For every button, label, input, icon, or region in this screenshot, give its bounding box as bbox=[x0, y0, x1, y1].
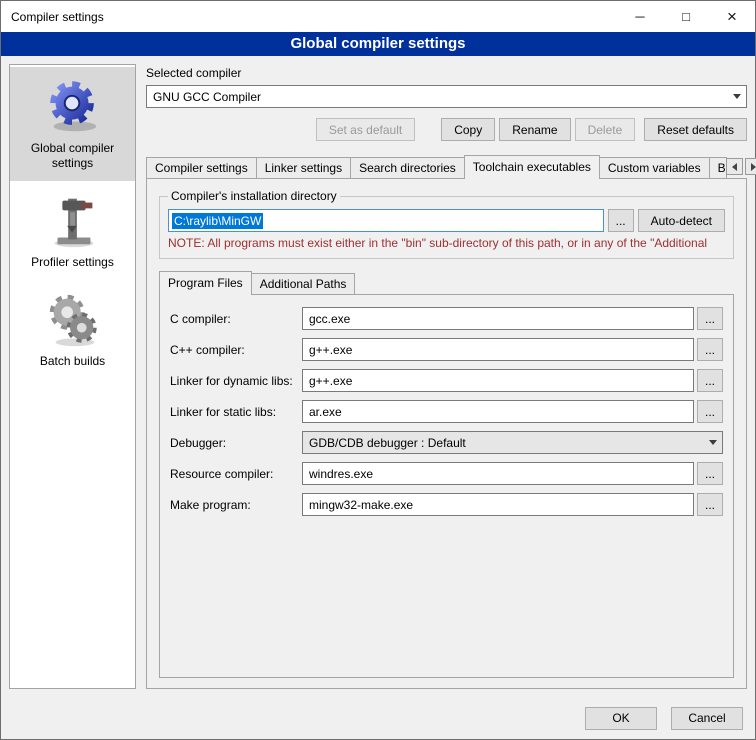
rename-button[interactable]: Rename bbox=[499, 118, 570, 141]
dynamic-linker-browse-button[interactable]: ... bbox=[697, 369, 723, 392]
make-program-value: mingw32-make.exe bbox=[309, 498, 413, 512]
title-bar: Compiler settings ─ □ × bbox=[1, 1, 755, 32]
make-program-browse-button[interactable]: ... bbox=[697, 493, 723, 516]
selected-compiler-label: Selected compiler bbox=[146, 66, 747, 80]
static-linker-browse-button[interactable]: ... bbox=[697, 400, 723, 423]
installation-directory-group: Compiler's installation directory C:\ray… bbox=[159, 189, 734, 259]
left-arrow-icon bbox=[732, 163, 737, 171]
installation-directory-legend: Compiler's installation directory bbox=[168, 189, 340, 203]
reset-defaults-button[interactable]: Reset defaults bbox=[644, 118, 747, 141]
tab-scroll-left-button[interactable] bbox=[726, 158, 743, 175]
tab-toolchain-executables[interactable]: Toolchain executables bbox=[464, 155, 600, 179]
field-label: Linker for static libs: bbox=[170, 405, 302, 419]
debugger-select[interactable]: GDB/CDB debugger : Default bbox=[302, 431, 723, 454]
tab-linker-settings[interactable]: Linker settings bbox=[256, 157, 351, 178]
tab-scrollers bbox=[726, 158, 756, 178]
chevron-down-icon bbox=[704, 432, 722, 453]
field-label: Linker for dynamic libs: bbox=[170, 374, 302, 388]
toolchain-executables-panel: Compiler's installation directory C:\ray… bbox=[146, 178, 747, 689]
profiler-tool-icon bbox=[42, 189, 104, 251]
dialog-body: Global compiler settings Profiler settin… bbox=[1, 56, 755, 697]
field-label: Resource compiler: bbox=[170, 467, 302, 481]
sidebar-item-profiler-settings[interactable]: Profiler settings bbox=[10, 181, 135, 280]
dynamic-linker-value: g++.exe bbox=[309, 374, 352, 388]
tab-search-directories[interactable]: Search directories bbox=[350, 157, 465, 178]
delete-button[interactable]: Delete bbox=[575, 118, 636, 141]
make-program-input[interactable]: mingw32-make.exe bbox=[302, 493, 694, 516]
field-label: C++ compiler: bbox=[170, 343, 302, 357]
field-row-cpp-compiler: C++ compiler: g++.exe ... bbox=[170, 338, 723, 361]
window-controls: ─ □ × bbox=[617, 1, 755, 32]
tab-compiler-settings[interactable]: Compiler settings bbox=[146, 157, 257, 178]
program-files-panel: C compiler: gcc.exe ... C++ compiler: g+… bbox=[159, 294, 734, 678]
tab-additional-paths[interactable]: Additional Paths bbox=[251, 273, 356, 294]
compiler-select[interactable]: GNU GCC Compiler bbox=[146, 85, 747, 108]
tab-custom-variables[interactable]: Custom variables bbox=[599, 157, 710, 178]
ok-button[interactable]: OK bbox=[585, 707, 657, 730]
resource-compiler-value: windres.exe bbox=[309, 467, 373, 481]
resource-compiler-browse-button[interactable]: ... bbox=[697, 462, 723, 485]
static-linker-input[interactable]: ar.exe bbox=[302, 400, 694, 423]
cancel-button[interactable]: Cancel bbox=[671, 707, 743, 730]
dialog-header: Global compiler settings bbox=[1, 32, 755, 56]
field-row-resource-compiler: Resource compiler: windres.exe ... bbox=[170, 462, 723, 485]
field-row-c-compiler: C compiler: gcc.exe ... bbox=[170, 307, 723, 330]
installation-directory-input[interactable]: C:\raylib\MinGW bbox=[168, 209, 604, 232]
cpp-compiler-browse-button[interactable]: ... bbox=[697, 338, 723, 361]
maximize-button[interactable]: □ bbox=[663, 1, 709, 32]
dialog-footer: OK Cancel bbox=[1, 697, 755, 739]
field-label: Debugger: bbox=[170, 436, 302, 450]
field-label: Make program: bbox=[170, 498, 302, 512]
cpp-compiler-value: g++.exe bbox=[309, 343, 352, 357]
sidebar-item-label: Global compiler settings bbox=[13, 141, 132, 171]
c-compiler-value: gcc.exe bbox=[309, 312, 350, 326]
compiler-settings-window: Compiler settings ─ □ × Global compiler … bbox=[0, 0, 756, 740]
sidebar-item-batch-builds[interactable]: Batch builds bbox=[10, 280, 135, 379]
c-compiler-browse-button[interactable]: ... bbox=[697, 307, 723, 330]
static-linker-value: ar.exe bbox=[309, 405, 342, 419]
dynamic-linker-input[interactable]: g++.exe bbox=[302, 369, 694, 392]
field-row-static-linker: Linker for static libs: ar.exe ... bbox=[170, 400, 723, 423]
auto-detect-button[interactable]: Auto-detect bbox=[638, 209, 725, 232]
sidebar-item-label: Batch builds bbox=[13, 354, 132, 369]
compiler-select-value: GNU GCC Compiler bbox=[153, 90, 261, 104]
settings-tabs: Compiler settings Linker settings Search… bbox=[146, 155, 747, 178]
installation-directory-value: C:\raylib\MinGW bbox=[172, 213, 263, 229]
tab-build-options[interactable]: Buil bbox=[709, 157, 727, 178]
program-tabs: Program Files Additional Paths bbox=[159, 271, 734, 294]
main-panel: Selected compiler GNU GCC Compiler Set a… bbox=[146, 64, 747, 689]
sidebar-item-global-compiler-settings[interactable]: Global compiler settings bbox=[10, 67, 135, 181]
tab-program-files[interactable]: Program Files bbox=[159, 271, 252, 295]
chevron-down-icon bbox=[728, 86, 746, 107]
set-as-default-button[interactable]: Set as default bbox=[316, 118, 415, 141]
resource-compiler-input[interactable]: windres.exe bbox=[302, 462, 694, 485]
gray-gears-icon bbox=[42, 288, 104, 350]
sidebar-item-label: Profiler settings bbox=[13, 255, 132, 270]
debugger-value: GDB/CDB debugger : Default bbox=[309, 436, 466, 450]
right-arrow-icon bbox=[751, 163, 756, 171]
copy-button[interactable]: Copy bbox=[441, 118, 495, 141]
cpp-compiler-input[interactable]: g++.exe bbox=[302, 338, 694, 361]
window-title: Compiler settings bbox=[1, 10, 104, 24]
installation-directory-browse-button[interactable]: ... bbox=[608, 209, 634, 232]
field-row-make-program: Make program: mingw32-make.exe ... bbox=[170, 493, 723, 516]
settings-sidebar: Global compiler settings Profiler settin… bbox=[9, 64, 136, 689]
c-compiler-input[interactable]: gcc.exe bbox=[302, 307, 694, 330]
field-row-dynamic-linker: Linker for dynamic libs: g++.exe ... bbox=[170, 369, 723, 392]
tab-scroll-right-button[interactable] bbox=[745, 158, 756, 175]
bin-subdirectory-note: NOTE: All programs must exist either in … bbox=[168, 236, 725, 250]
compiler-actions: Set as default Copy Rename Delete Reset … bbox=[146, 118, 747, 141]
close-button[interactable]: × bbox=[709, 1, 755, 32]
minimize-button[interactable]: ─ bbox=[617, 1, 663, 32]
field-label: C compiler: bbox=[170, 312, 302, 326]
field-row-debugger: Debugger: GDB/CDB debugger : Default bbox=[170, 431, 723, 454]
blue-gear-icon bbox=[42, 75, 104, 137]
